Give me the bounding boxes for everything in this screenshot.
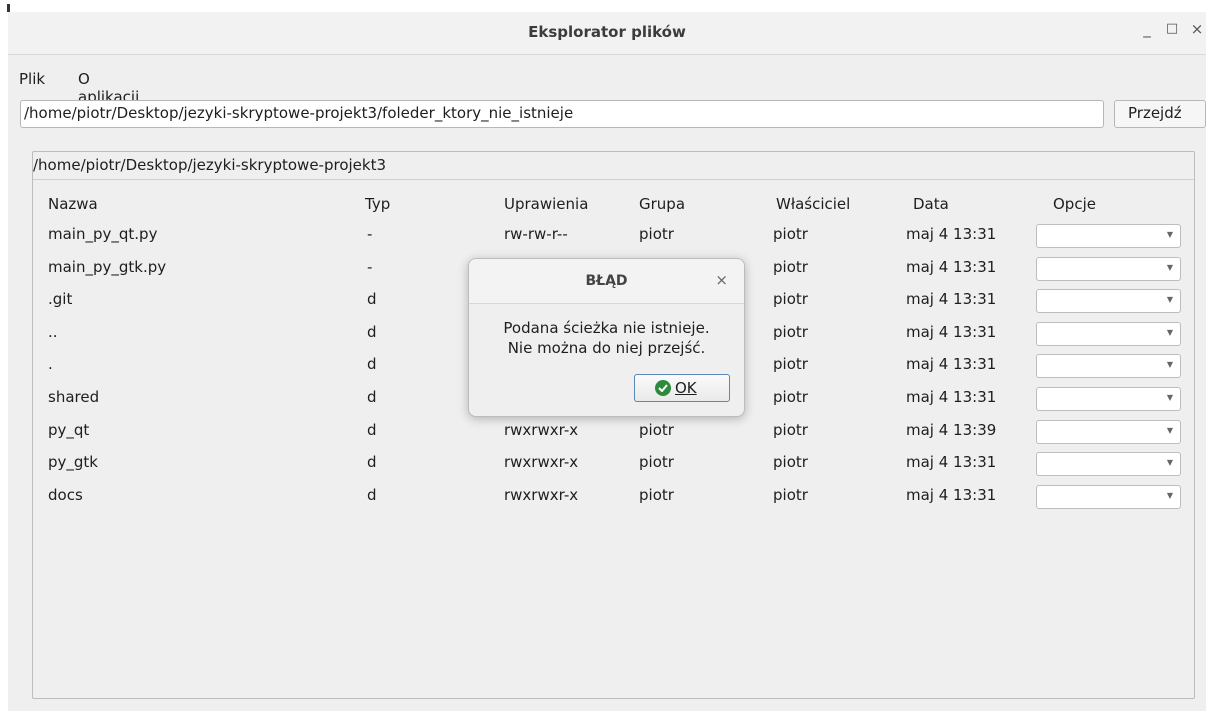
cell-owner: piotr [773, 420, 808, 439]
cell-date: maj 4 13:39 [906, 420, 997, 439]
chevron-down-icon: ▼ [1166, 458, 1173, 468]
chevron-down-icon: ▼ [1166, 425, 1173, 435]
cell-type: d [367, 355, 377, 374]
options-dropdown[interactable]: ▼ [1036, 256, 1181, 281]
cell-type: d [367, 420, 377, 439]
path-input[interactable]: /home/piotr/Desktop/jezyki-skryptowe-pro… [20, 100, 1104, 128]
dialog-close-icon[interactable]: × [715, 271, 728, 289]
cell-group: piotr [639, 225, 674, 243]
column-header-type: Typ [365, 195, 391, 213]
cell-type: d [367, 322, 377, 341]
current-path-label: /home/piotr/Desktop/jezyki-skryptowe-pro… [33, 156, 387, 174]
close-icon[interactable]: × [1185, 20, 1206, 38]
cell-owner: piotr [773, 290, 808, 309]
cell-name: main_py_gtk.py [48, 257, 167, 276]
cell-permissions: rwxrwxr-x [504, 453, 579, 472]
cell-permissions: rw-rw-r-- [504, 225, 568, 243]
maximize-icon[interactable]: □ [1160, 21, 1184, 36]
chevron-down-icon: ▼ [1166, 490, 1173, 500]
cell-name: docs [48, 485, 83, 504]
cell-name: py_gtk [48, 453, 98, 472]
cell-date: maj 4 13:31 [906, 485, 997, 504]
error-dialog: BŁĄD × Podana ścieżka nie istnieje. Nie … [468, 258, 745, 417]
chevron-down-icon: ▼ [1166, 262, 1173, 272]
chevron-down-icon: ▼ [1166, 295, 1173, 305]
minimize-icon[interactable]: _ [1135, 20, 1159, 38]
cell-date: maj 4 13:31 [906, 453, 997, 472]
chevron-down-icon: ▼ [1166, 230, 1173, 239]
menu-file[interactable]: Plik [19, 70, 45, 88]
titlebar: Eksplorator plików _ □ × [8, 12, 1206, 55]
options-dropdown[interactable]: ▼ [1036, 387, 1181, 411]
cell-date: maj 4 13:31 [906, 322, 997, 341]
cell-date: maj 4 13:31 [906, 355, 997, 374]
options-dropdown[interactable]: ▼ [1036, 484, 1181, 509]
dialog-message-line1: Podana ścieżka nie istnieje. [503, 319, 710, 337]
go-button[interactable]: Przejdź [1114, 100, 1206, 128]
cell-owner: piotr [773, 388, 808, 406]
cell-owner: piotr [773, 453, 808, 472]
options-dropdown[interactable]: ▼ [1036, 452, 1181, 477]
chevron-down-icon: ▼ [1166, 327, 1173, 337]
divider [33, 179, 1194, 180]
cell-type: d [367, 453, 377, 472]
cell-name: main_py_qt.py [48, 225, 158, 243]
cell-date: maj 4 13:31 [906, 257, 997, 276]
column-header-name: Nazwa [48, 195, 98, 213]
cell-name: . [48, 355, 53, 374]
cell-owner: piotr [773, 225, 808, 243]
dialog-titlebar: BŁĄD × [469, 259, 744, 304]
column-header-options: Opcje [1053, 195, 1096, 213]
options-dropdown[interactable]: ▼ [1036, 289, 1181, 314]
dialog-message-line2: Nie można do niej przejść. [507, 339, 706, 357]
cell-group: piotr [639, 420, 674, 439]
directory-listing: /home/piotr/Desktop/jezyki-skryptowe-pro… [32, 151, 1195, 699]
cell-permissions: rwxrwxr-x [504, 485, 579, 504]
chevron-down-icon: ▼ [1166, 360, 1173, 370]
cell-permissions: rwxrwxr-x [504, 420, 579, 439]
cell-date: maj 4 13:31 [906, 388, 997, 406]
cell-group: piotr [639, 485, 674, 504]
column-header-permissions: Uprawienia [504, 195, 589, 213]
dialog-title: BŁĄD [585, 273, 628, 289]
cell-name: .. [48, 322, 58, 341]
window-title: Eksplorator plików [528, 23, 686, 41]
options-dropdown[interactable]: ▼ [1036, 321, 1181, 346]
check-circle-icon [655, 380, 671, 396]
cell-type: d [367, 290, 377, 309]
cell-group: piotr [639, 453, 674, 472]
options-dropdown[interactable]: ▼ [1036, 224, 1181, 248]
corner-artifact [7, 4, 10, 12]
cell-type: - [367, 225, 373, 243]
cell-owner: piotr [773, 355, 808, 374]
cell-name: .git [48, 290, 73, 309]
cell-name: py_qt [48, 420, 90, 439]
cell-date: maj 4 13:31 [906, 225, 997, 243]
cell-type: d [367, 485, 377, 504]
ok-label: OK [675, 379, 697, 397]
cell-name: shared [48, 388, 100, 406]
options-dropdown[interactable]: ▼ [1036, 419, 1181, 444]
chevron-down-icon: ▼ [1166, 393, 1173, 402]
cell-date: maj 4 13:31 [906, 290, 997, 309]
ok-button[interactable]: OK [634, 374, 730, 402]
column-header-group: Grupa [639, 195, 686, 213]
cell-owner: piotr [773, 322, 808, 341]
cell-type: d [367, 388, 377, 406]
cell-type: - [367, 257, 373, 276]
column-header-date: Data [913, 195, 949, 213]
app-window: Eksplorator plików _ □ × Plik O aplikacj… [8, 12, 1206, 711]
options-dropdown[interactable]: ▼ [1036, 354, 1181, 379]
column-header-owner: Właściciel [776, 195, 851, 213]
dialog-message: Podana ścieżka nie istnieje. Nie można d… [469, 318, 744, 358]
cell-owner: piotr [773, 257, 808, 276]
cell-owner: piotr [773, 485, 808, 504]
